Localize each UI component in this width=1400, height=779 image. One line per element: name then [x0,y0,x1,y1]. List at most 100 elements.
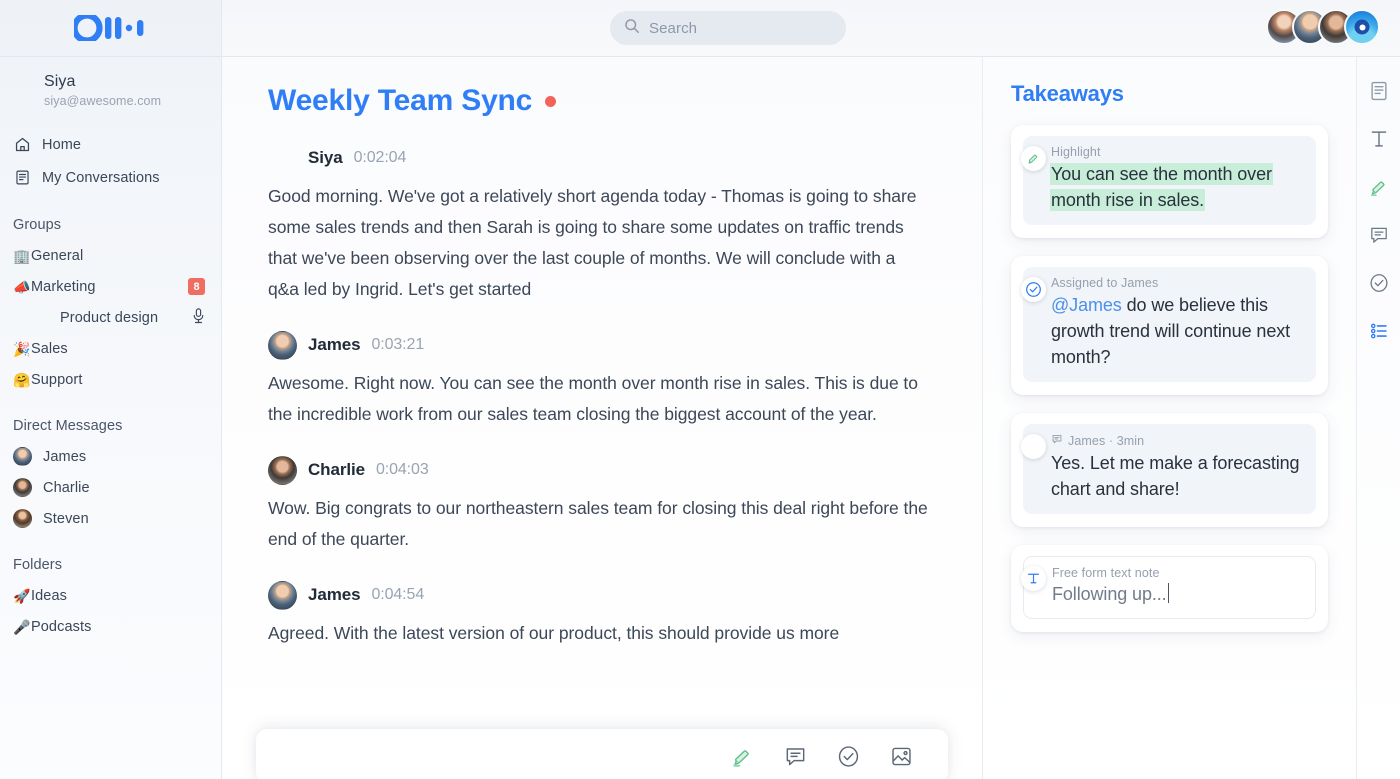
avatar [13,509,32,528]
sidebar-item-my-conversations[interactable]: My Conversations [0,161,221,194]
sidebar-item-general[interactable]: 🏢 General [0,240,221,271]
card-kicker: Assigned to James [1051,276,1159,290]
image-icon[interactable] [889,744,914,769]
sidebar-item-dm-james[interactable]: James [0,441,221,472]
speaker-name: James [308,585,361,604]
user-block[interactable]: Siya siya@awesome.com [0,57,221,114]
sidebar-item-dm-steven[interactable]: Steven [0,503,221,534]
party-popper-emoji-icon: 🎉 [13,340,31,357]
section-title-folders: Folders [13,557,63,573]
sidebar-item-home[interactable]: Home [0,128,221,161]
sidebar-item-dm-charlie[interactable]: Charlie [0,472,221,503]
office-building-emoji-icon: 🏢 [13,247,31,264]
sidebar-item-label: Home [42,136,82,153]
sidebar-item-label: Charlie [43,479,90,496]
main-region: Search Weekly Team Sync Siya 0:02:04 Goo… [222,0,1400,779]
page-title-text: Weekly Team Sync [268,84,533,117]
highlighter-icon[interactable] [730,744,755,769]
content-body: Weekly Team Sync Siya 0:02:04 Good morni… [222,57,1400,779]
highlighted-line: You can see the month over [1051,164,1272,184]
segment-text: Awesome. Right now. You can see the mont… [268,373,918,424]
text-note-icon [1021,566,1046,591]
transcript-segment[interactable]: Siya 0:02:04 Good morning. We've got a r… [268,143,942,305]
card-text: You can see the month over month rise in… [1051,161,1304,213]
page-title: Weekly Team Sync [268,84,942,118]
action-item-icon[interactable] [1365,269,1393,297]
avatar [13,447,32,466]
avatar [13,478,32,497]
sidebar-item-label: Steven [43,510,89,527]
takeaways-list-icon[interactable] [1365,317,1393,345]
participant-avatars [1266,9,1380,45]
text-note-value: Following up... [1052,584,1167,604]
section-title-groups: Groups [13,217,62,233]
transcript-segment[interactable]: James 0:04:54 Agreed. With the latest ve… [268,580,942,649]
document-icon[interactable] [1365,77,1393,105]
mention-chip[interactable]: @James [1051,295,1122,315]
sidebar-item-label: Sales [31,340,68,357]
right-rail [1357,57,1400,779]
takeaway-card-text-note[interactable]: Free form text note Following up... [1011,545,1328,632]
comment-icon[interactable] [1365,221,1393,249]
card-inner: Assigned to James @James do we believe t… [1023,267,1316,382]
action-item-icon [1021,277,1046,302]
sidebar-item-label: My Conversations [42,169,160,186]
transcript-segment[interactable]: James 0:03:21 Awesome. Right now. You ca… [268,330,942,430]
sidebar-item-sales[interactable]: 🎉 Sales [0,333,221,364]
megaphone-emoji-icon: 📣 [13,278,31,295]
takeaways-panel: Takeaways Highlight You can see the mont… [983,57,1357,779]
text-note-input[interactable]: Following up... [1052,580,1303,605]
action-item-icon[interactable] [836,744,861,769]
segment-text: Wow. Big congrats to our northeastern sa… [268,498,928,549]
text-icon[interactable] [1365,125,1393,153]
sidebar: Siya siya@awesome.com Home My Conversati… [0,0,222,779]
segment-header: Charlie 0:04:03 [268,455,942,485]
avatar [268,455,297,485]
avatar [1021,434,1046,459]
sidebar-item-label: Support [31,371,83,388]
sidebar-item-label: Ideas [31,587,67,604]
sidebar-item-label: Marketing [31,278,96,295]
card-kicker: Free form text note [1052,566,1160,580]
sidebar-item-folder-podcasts[interactable]: 🎤 Podcasts [0,611,221,642]
unread-badge: 8 [188,278,205,295]
user-email: siya@awesome.com [44,94,162,108]
sidebar-item-folder-ideas[interactable]: 🚀 Ideas [0,580,221,611]
speaker-name: Charlie [308,460,365,479]
timestamp[interactable]: 0:04:54 [371,586,424,604]
transcript-segment[interactable]: Charlie 0:04:03 Wow. Big congrats to our… [268,455,942,555]
topbar: Search [222,0,1400,57]
sidebar-item-support[interactable]: 🤗 Support [0,364,221,395]
sidebar-item-label: General [31,247,84,264]
takeaway-card-comment[interactable]: James · 3min Yes. Let me make a forecast… [1011,413,1328,527]
home-icon [13,136,31,154]
sidebar-item-product-design[interactable]: Product design [0,302,221,333]
speaker-name: James [308,335,361,354]
comment-icon[interactable] [783,744,808,769]
transcript-panel: Weekly Team Sync Siya 0:02:04 Good morni… [222,57,983,779]
sidebar-item-marketing[interactable]: 📣 Marketing 8 [0,271,221,302]
takeaway-card-action-item[interactable]: Assigned to James @James do we believe t… [1011,256,1328,395]
timestamp[interactable]: 0:04:03 [376,461,429,479]
segment-text: Agreed. With the latest version of our p… [268,623,840,643]
search-placeholder: Search [649,19,698,37]
highlighter-icon[interactable] [1365,173,1393,201]
card-kicker-text: James · 3min [1068,433,1145,448]
timestamp[interactable]: 0:02:04 [354,149,407,167]
camera-avatar[interactable] [1344,9,1380,45]
logo-container[interactable] [0,0,221,57]
search-icon [624,18,640,39]
segment-header: Siya 0:02:04 [268,143,942,173]
timestamp[interactable]: 0:03:21 [371,336,424,354]
sidebar-item-label: James [43,448,87,465]
segment-header: James 0:04:54 [268,580,942,610]
takeaway-card-highlight[interactable]: Highlight You can see the month over mon… [1011,125,1328,238]
search-input[interactable]: Search [610,11,846,45]
sidebar-item-label: Product design [60,309,159,326]
card-inner: Highlight You can see the month over mon… [1023,136,1316,225]
card-inner: Free form text note Following up... [1023,556,1316,619]
highlighter-icon [1021,146,1046,171]
section-title-direct-messages: Direct Messages [13,418,123,434]
card-text: @James do we believe this growth trend w… [1051,292,1304,370]
user-name: Siya [44,73,76,90]
